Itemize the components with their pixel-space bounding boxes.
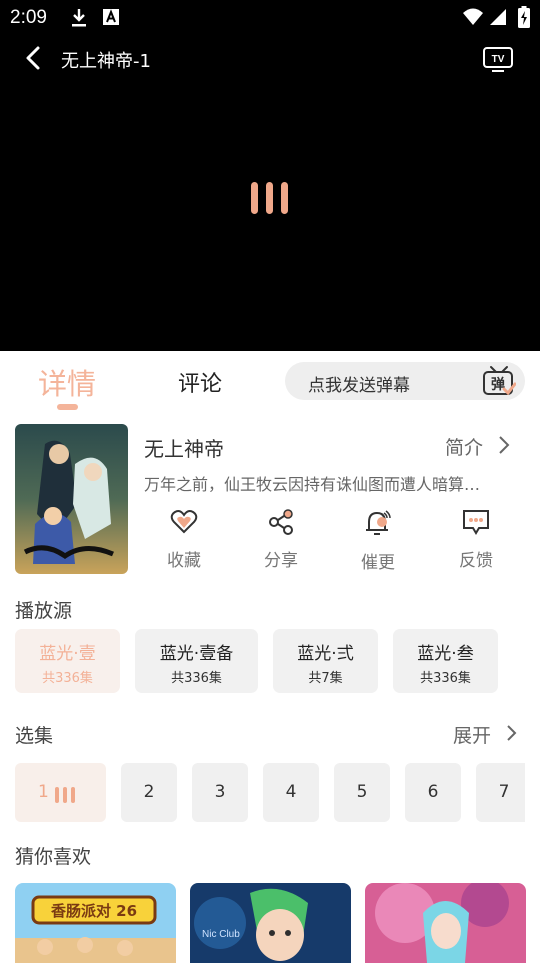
danmaku-icon[interactable]: 弹 <box>482 365 516 397</box>
recommend-thumbnail <box>365 883 526 963</box>
tab-indicator <box>57 404 78 410</box>
loading-bars-icon <box>251 182 291 216</box>
recommend-title: Nic Club <box>202 929 240 940</box>
show-cover[interactable] <box>15 424 128 574</box>
player-title: 无上神帝-1 <box>61 51 151 72</box>
wifi-icon <box>463 8 483 25</box>
episode-number: 4 <box>285 782 297 802</box>
source-name: 蓝光·壹 <box>39 644 96 664</box>
episode-button[interactable]: 7 <box>476 763 525 822</box>
recommend-thumbnail: 香肠派对 26 <box>15 883 176 963</box>
source-count: 共336集 <box>171 671 222 686</box>
episode-number: 3 <box>214 782 226 802</box>
favorite-label: 收藏 <box>167 551 201 571</box>
source-chip[interactable]: 蓝光·弍 共7集 <box>273 629 378 693</box>
share-icon <box>269 509 293 535</box>
feedback-icon <box>463 510 489 535</box>
recommend-card[interactable] <box>365 883 526 963</box>
tab-details[interactable]: 详情 <box>38 361 96 403</box>
sources-heading: 播放源 <box>15 600 73 622</box>
danmaku-placeholder: 点我发送弹幕 <box>308 376 410 396</box>
a11y-icon <box>103 9 119 25</box>
episode-button[interactable]: 1 <box>15 763 106 822</box>
recommend-card[interactable]: Nic Club <box>190 883 351 963</box>
source-count: 共7集 <box>308 671 343 686</box>
episode-number: 1 <box>38 782 49 802</box>
episode-number: 7 <box>498 782 510 802</box>
chevron-right-icon[interactable] <box>505 724 517 742</box>
danmaku-icon-char: 弹 <box>491 376 505 393</box>
feedback-label: 反馈 <box>459 551 493 571</box>
recommend-thumbnail: Nic Club <box>190 883 351 963</box>
danmaku-input[interactable]: 点我发送弹幕 弹 <box>285 362 525 400</box>
episode-list[interactable]: 1 2 3 4 5 6 7 <box>0 763 525 823</box>
episode-button[interactable]: 5 <box>334 763 390 822</box>
source-name: 蓝光·壹备 <box>159 644 234 664</box>
battery-icon <box>518 6 530 28</box>
heart-icon <box>170 510 198 534</box>
expand-episodes-button[interactable]: 展开 <box>453 721 491 748</box>
show-description: 万年之前，仙王牧云因持有诛仙图而遭人暗算… <box>144 475 481 494</box>
episode-button[interactable]: 2 <box>121 763 177 822</box>
tv-cast-icon[interactable]: TV <box>482 44 514 72</box>
source-chip[interactable]: 蓝光·壹备 共336集 <box>135 629 258 693</box>
intro-link[interactable]: 简介 <box>445 433 483 460</box>
tab-comments[interactable]: 评论 <box>178 366 222 398</box>
signal-icon <box>490 9 506 25</box>
status-bar: 2:09 <box>0 0 540 36</box>
episodes-heading: 选集 <box>15 725 54 747</box>
source-count: 共336集 <box>420 671 471 686</box>
recommend-heading: 猜你喜欢 <box>15 846 92 868</box>
cover-art <box>15 424 128 574</box>
recommend-title: 香肠派对 26 <box>51 902 137 920</box>
svg-text:TV: TV <box>492 54 505 65</box>
episode-number: 5 <box>356 782 368 802</box>
status-time: 2:09 <box>10 7 47 28</box>
source-name: 蓝光·弍 <box>297 644 354 664</box>
chevron-right-icon[interactable] <box>497 435 511 455</box>
share-button[interactable]: 分享 <box>251 508 311 571</box>
source-name: 蓝光·叁 <box>417 644 474 664</box>
source-chip[interactable]: 蓝光·壹 共336集 <box>15 629 120 693</box>
share-label: 分享 <box>264 551 298 571</box>
source-count: 共336集 <box>42 671 93 686</box>
episode-button[interactable]: 4 <box>263 763 319 822</box>
source-chip[interactable]: 蓝光·叁 共336集 <box>393 629 498 693</box>
download-icon <box>72 9 86 27</box>
update-reminder-button[interactable]: 催更 <box>348 508 408 573</box>
episode-button[interactable]: 6 <box>405 763 461 822</box>
back-icon[interactable] <box>22 45 48 71</box>
video-player[interactable]: 2:09 无上神帝-1 TV <box>0 0 540 351</box>
episode-number: 6 <box>427 782 439 802</box>
episode-button[interactable]: 3 <box>192 763 248 822</box>
show-title: 无上神帝 <box>144 437 224 461</box>
recommend-card[interactable]: 香肠派对 26 <box>15 883 176 963</box>
episode-number: 2 <box>143 782 155 802</box>
feedback-button[interactable]: 反馈 <box>446 508 506 571</box>
favorite-button[interactable]: 收藏 <box>154 508 214 571</box>
player-titlebar: 无上神帝-1 TV <box>0 40 540 76</box>
update-reminder-label: 催更 <box>361 553 395 573</box>
bell-icon <box>366 510 391 535</box>
tab-bar: 详情 评论 点我发送弹幕 弹 <box>0 351 540 415</box>
